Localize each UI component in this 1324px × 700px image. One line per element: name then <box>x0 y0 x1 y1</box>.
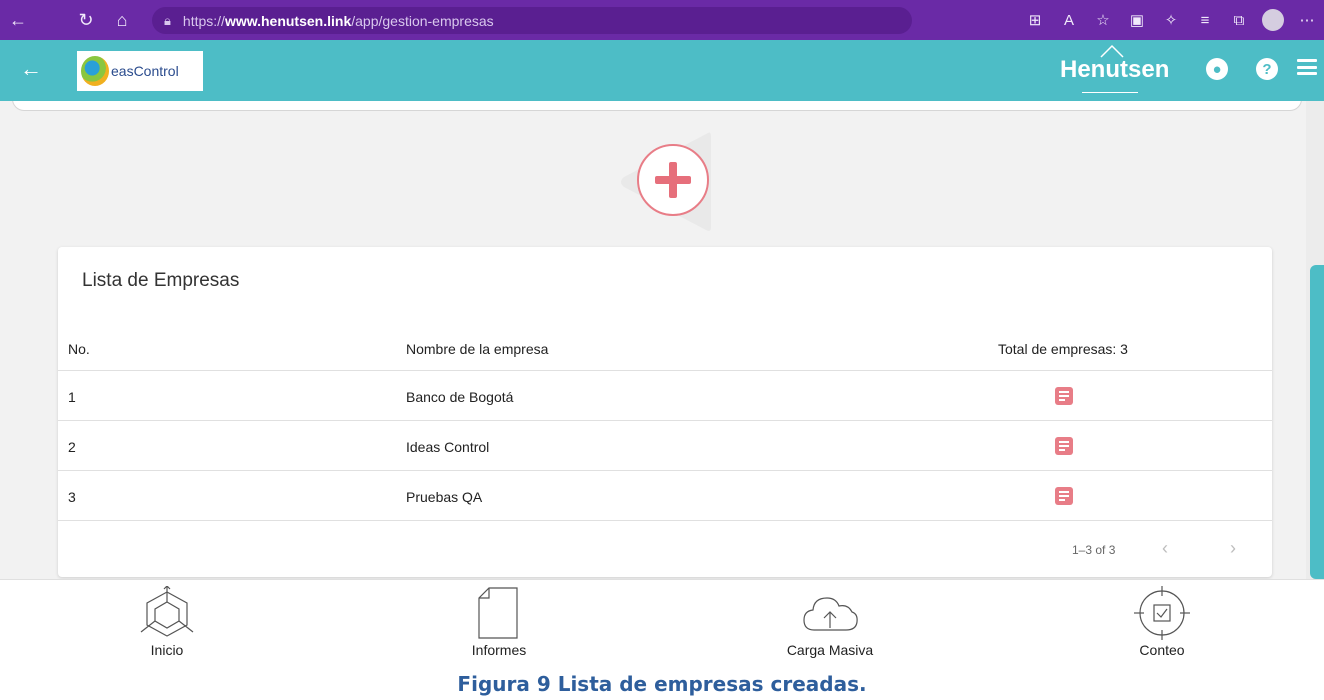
url-domain: www.henutsen.link <box>224 12 352 29</box>
app-available-icon[interactable]: ⊞ <box>1018 0 1052 40</box>
chevron-right-icon[interactable]: › <box>1230 538 1236 559</box>
collections-icon[interactable]: ⧉ <box>1222 0 1256 40</box>
browser-home-icon[interactable]: ⌂ <box>104 0 140 40</box>
row-number: 1 <box>68 389 76 405</box>
nav-label: Inicio <box>150 642 184 658</box>
hamburger-menu-icon[interactable] <box>1297 59 1317 75</box>
company-name: Ideas Control <box>406 439 490 455</box>
document-icon[interactable] <box>1055 437 1073 455</box>
back-arrow-icon[interactable]: ← <box>20 56 42 82</box>
scrollbar[interactable] <box>1306 101 1324 579</box>
previous-card-edge <box>12 101 1302 111</box>
brand-name: Henutsen <box>1060 56 1170 83</box>
scrollbar-thumb[interactable] <box>1310 265 1324 579</box>
app-header: ← easControl Henutsen ● ? <box>0 40 1324 101</box>
read-aloud-icon[interactable]: A <box>1052 0 1086 40</box>
main-content: Lista de Empresas No. Nombre de la empre… <box>0 101 1306 579</box>
target-check-icon <box>1134 586 1190 640</box>
browser-back-icon[interactable]: ← <box>0 0 36 40</box>
brand-underline <box>1082 92 1138 93</box>
table-row: 2 Ideas Control <box>58 421 1272 471</box>
document-icon[interactable] <box>1055 387 1073 405</box>
fingerprint-logo-icon <box>81 56 109 86</box>
browser-refresh-icon[interactable]: ↻ <box>68 0 104 40</box>
row-number: 3 <box>68 489 76 505</box>
bottom-nav: Inicio Informes Carga Masiva Conteo <box>0 579 1324 660</box>
header-total: Total de empresas: 3 <box>998 341 1128 357</box>
document-outline-icon <box>478 587 518 639</box>
document-icon[interactable] <box>1055 487 1073 505</box>
add-favorite-icon[interactable]: ☆ <box>1086 0 1120 40</box>
header-name: Nombre de la empresa <box>406 341 549 357</box>
nav-item-carga-masiva[interactable]: Carga Masiva <box>750 586 910 660</box>
add-company-button[interactable] <box>637 144 709 216</box>
browser-actions: ⊞ A ☆ ▣ ✧ ≡ ⧉ ⋯ <box>1018 0 1324 40</box>
more-icon[interactable]: ⋯ <box>1290 0 1324 40</box>
nav-item-informes[interactable]: Informes <box>419 586 579 660</box>
row-number: 2 <box>68 439 76 455</box>
table-header: No. Nombre de la empresa Total de empres… <box>58 323 1272 371</box>
help-circle-icon[interactable]: ? <box>1256 58 1278 80</box>
table-row: 1 Banco de Bogotá <box>58 371 1272 421</box>
lock-icon: 🔒︎ <box>164 12 171 28</box>
browser-toolbar: ← ↻ ⌂ 🔒︎ https://www.henutsen.link/app/g… <box>0 0 1324 40</box>
company-name: Pruebas QA <box>406 489 483 505</box>
header-no: No. <box>68 341 90 357</box>
logo-text: easControl <box>111 63 179 79</box>
nav-label: Conteo <box>1139 642 1185 658</box>
list-title: Lista de Empresas <box>82 270 240 291</box>
cube-icon <box>140 586 194 637</box>
profile-icon[interactable] <box>1256 0 1290 40</box>
favorites-icon[interactable]: ≡ <box>1188 0 1222 40</box>
url-path: /app/gestion-empresas <box>351 12 494 29</box>
extension-icon[interactable]: ▣ <box>1120 0 1154 40</box>
pagination-range: 1–3 of 3 <box>1072 543 1116 557</box>
nav-item-conteo[interactable]: Conteo <box>1082 586 1242 660</box>
nav-label: Informes <box>471 642 527 658</box>
user-circle-icon[interactable]: ● <box>1206 58 1228 80</box>
nav-item-inicio[interactable]: Inicio <box>87 586 247 660</box>
cloud-upload-icon <box>803 597 858 631</box>
chevron-left-icon[interactable]: ‹ <box>1162 538 1168 559</box>
address-bar[interactable]: 🔒︎ https://www.henutsen.link/app/gestion… <box>152 7 912 34</box>
company-name: Banco de Bogotá <box>406 389 514 405</box>
ideascontrol-logo[interactable]: easControl <box>77 51 203 91</box>
company-list-card: Lista de Empresas No. Nombre de la empre… <box>58 247 1272 577</box>
plus-icon <box>655 162 691 198</box>
figure-caption: Figura 9 Lista de empresas creadas. <box>457 672 867 696</box>
nav-label: Carga Masiva <box>786 642 874 658</box>
table-row: 3 Pruebas QA <box>58 471 1272 521</box>
add-company-area <box>618 129 718 235</box>
puzzle-icon[interactable]: ✧ <box>1154 0 1188 40</box>
pagination: 1–3 of 3 ‹ › <box>58 521 1272 577</box>
url-prefix: https:// <box>182 12 225 29</box>
